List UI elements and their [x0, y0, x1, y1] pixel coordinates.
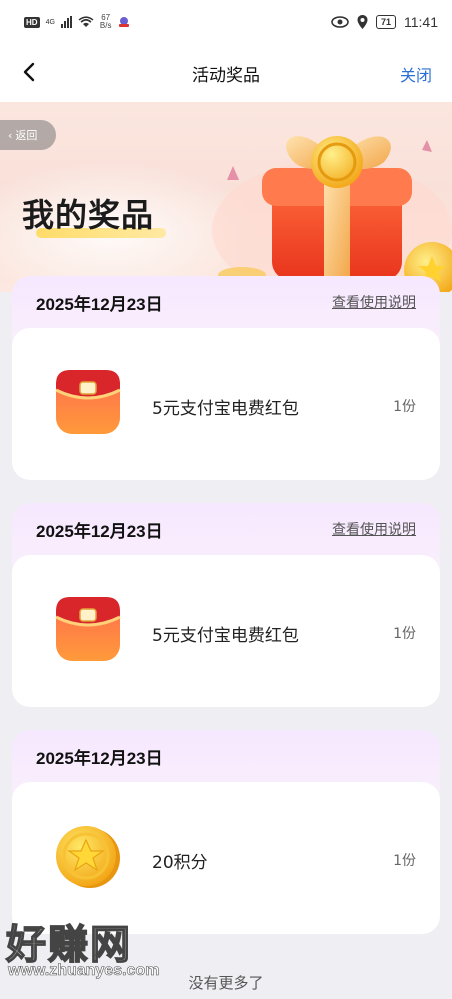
- network-type: 4G: [45, 18, 55, 26]
- prize-card: 2025年12月23日 查看使用说明 5元支付宝电费红包 1份: [12, 503, 440, 707]
- card-date: 2025年12月23日: [36, 521, 163, 541]
- banner: ‹ 返回 我的奖品: [0, 102, 452, 292]
- hd-badge: HD: [24, 16, 40, 28]
- prize-quantity: 1份: [393, 626, 416, 642]
- app-notification-icon: [119, 17, 130, 27]
- prize-name: 20积分: [152, 853, 208, 873]
- page-title: 活动奖品: [192, 65, 260, 86]
- clock: 11:41: [404, 14, 438, 30]
- battery-indicator: 71: [375, 15, 396, 29]
- prize-row: 5元支付宝电费红包 1份: [12, 555, 440, 707]
- gift-box-icon: [212, 136, 452, 292]
- card-header: 2025年12月23日 查看使用说明: [12, 503, 440, 555]
- no-more-text: 没有更多了: [188, 974, 264, 992]
- prize-name: 5元支付宝电费红包: [152, 626, 299, 646]
- card-date: 2025年12月23日: [36, 294, 163, 314]
- wifi-icon: [78, 16, 94, 27]
- net-speed-unit: B/s: [99, 21, 112, 30]
- gold-coin-icon: [56, 826, 120, 888]
- status-right: 71 11:41: [331, 14, 438, 30]
- eye-icon: [331, 16, 349, 28]
- net-speed: 67 B/s: [100, 14, 112, 30]
- prize-card: 2025年12月23日 20积分 1份: [12, 730, 440, 934]
- back-button[interactable]: ‹ 返回: [0, 120, 56, 150]
- status-bar: HD 4G 67 B/s 71 11:41: [0, 0, 452, 44]
- usage-instructions-link[interactable]: 查看使用说明: [332, 292, 416, 312]
- prize-card: 2025年12月23日 查看使用说明 5元支付宝电费红包 1份: [12, 276, 440, 480]
- signal-icon: [60, 16, 72, 28]
- back-label: 返回: [15, 129, 38, 142]
- red-packet-icon: [55, 370, 121, 434]
- prize-quantity: 1份: [393, 853, 416, 869]
- card-header: 2025年12月23日: [12, 730, 440, 782]
- usage-instructions-link[interactable]: 查看使用说明: [332, 519, 416, 539]
- red-packet-icon: [55, 597, 121, 661]
- nav-bar: 活动奖品 关闭: [0, 44, 452, 102]
- back-arrow-icon: ‹: [8, 128, 13, 142]
- location-icon: [357, 15, 368, 29]
- card-header: 2025年12月23日 查看使用说明: [12, 276, 440, 328]
- card-date: 2025年12月23日: [36, 748, 163, 768]
- prize-row: 5元支付宝电费红包 1份: [12, 328, 440, 480]
- banner-title: 我的奖品: [22, 196, 155, 234]
- prize-name: 5元支付宝电费红包: [152, 399, 299, 419]
- close-button[interactable]: 关闭: [400, 62, 432, 86]
- status-left: HD 4G 67 B/s: [24, 14, 131, 30]
- chevron-left-icon[interactable]: [18, 60, 42, 84]
- prize-quantity: 1份: [393, 399, 416, 415]
